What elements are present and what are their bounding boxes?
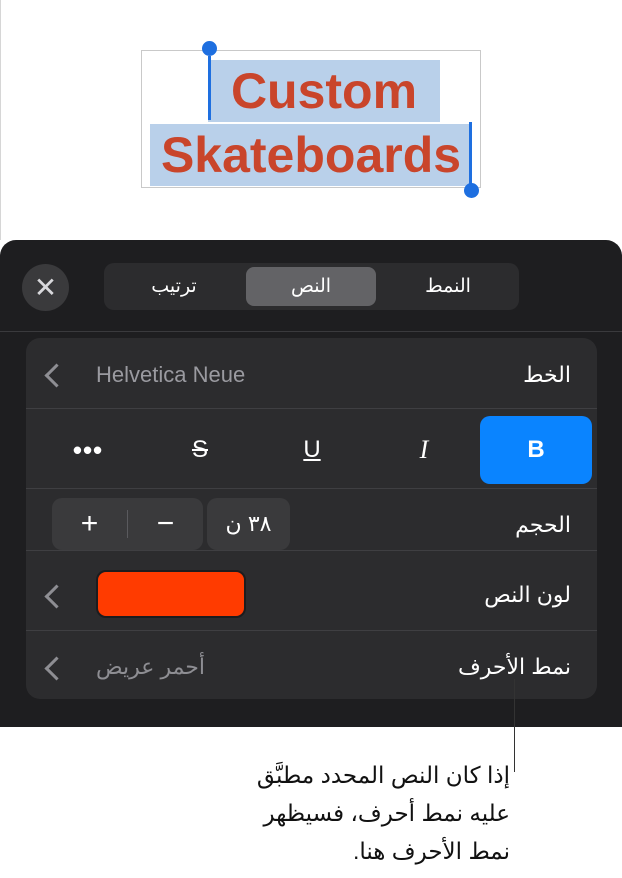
text-options-card: الخط Helvetica Neue ••• S U I B الحجم + … xyxy=(26,338,597,699)
title-line-1[interactable]: Custom xyxy=(208,60,440,122)
chevron-left-icon[interactable] xyxy=(44,584,69,609)
row-divider xyxy=(26,408,597,409)
tab-style[interactable]: النمط xyxy=(383,267,513,306)
character-style-value[interactable]: أحمر عريض xyxy=(96,652,205,682)
page-edge xyxy=(0,0,1,240)
format-panel: ✕ ترتيب النص النمط الخط Helvetica Neue •… xyxy=(0,240,622,727)
tab-text[interactable]: النص xyxy=(246,267,376,306)
callout-line xyxy=(514,679,515,772)
selection-end-handle[interactable] xyxy=(464,183,479,198)
selection-start-handle[interactable] xyxy=(202,41,217,56)
selection-end-caret xyxy=(469,122,472,188)
underline-button[interactable]: U xyxy=(256,416,368,484)
bold-button[interactable]: B xyxy=(480,416,592,484)
decrease-size-button[interactable]: − xyxy=(128,498,203,550)
callout-line-2: عليه نمط أحرف، فسيظهر xyxy=(263,800,511,826)
strikethrough-button[interactable]: S xyxy=(144,416,256,484)
format-tabs: ترتيب النص النمط xyxy=(104,263,519,310)
row-divider xyxy=(26,550,597,551)
row-divider xyxy=(26,488,597,489)
callout-line-3: نمط الأحرف هنا. xyxy=(352,838,510,864)
font-size-field[interactable]: ٣٨ ن xyxy=(207,498,290,550)
tab-arrange[interactable]: ترتيب xyxy=(109,267,239,306)
panel-divider xyxy=(0,331,622,332)
font-value[interactable]: Helvetica Neue xyxy=(96,360,245,390)
close-button[interactable]: ✕ xyxy=(22,264,69,311)
font-label: الخط xyxy=(523,362,571,387)
selection-start-caret xyxy=(208,56,211,120)
character-style-label: نمط الأحرف xyxy=(457,654,571,679)
italic-button[interactable]: I xyxy=(368,416,480,484)
close-icon: ✕ xyxy=(33,271,58,303)
size-label: الحجم xyxy=(515,512,571,537)
callout-line-1: إذا كان النص المحدد مطبَّق xyxy=(256,762,510,788)
title-line-2[interactable]: Skateboards xyxy=(150,124,472,186)
size-stepper: + − xyxy=(52,498,203,550)
more-styles-button[interactable]: ••• xyxy=(32,416,144,484)
callout-text: إذا كان النص المحدد مطبَّق عليه نمط أحرف… xyxy=(150,756,510,870)
increase-size-button[interactable]: + xyxy=(52,498,127,550)
chevron-left-icon[interactable] xyxy=(44,363,69,388)
row-divider xyxy=(26,630,597,631)
chevron-left-icon[interactable] xyxy=(44,656,69,681)
text-color-label: لون النص xyxy=(484,582,571,607)
text-color-swatch[interactable] xyxy=(96,570,246,618)
